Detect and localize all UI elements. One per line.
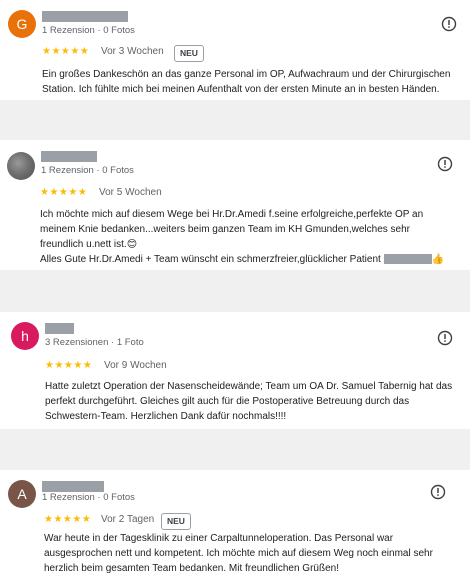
review-text-line: Station. Ich fühlte mich bei meinen Aufe…: [42, 84, 440, 95]
star-rating: ★★★★★: [42, 46, 90, 57]
review-text-line: ausgesprochen nett und kompetent. Ich mö…: [44, 548, 433, 559]
review-date: Vor 9 Wochen: [104, 360, 167, 371]
review-text-line: Hatte zuletzt Operation der Nasenscheide…: [45, 381, 453, 392]
reviewer-name-redacted[interactable]: [42, 11, 128, 22]
review-text-line: herzlich beim gesamten Team bedanken. Mi…: [44, 563, 339, 574]
review-text: Ich möchte mich auf diesem Wege bei Hr.D…: [40, 207, 468, 267]
info-icon[interactable]: [441, 16, 457, 32]
reviewer-name-redacted[interactable]: [41, 151, 97, 162]
review-text: War heute in der Tagesklinik zu einer Ca…: [44, 531, 467, 576]
review-date: Vor 2 Tagen: [101, 514, 155, 525]
reviewer-meta: 3 Rezensionen · 1 Foto: [45, 337, 144, 348]
review-text-line: perfekt durchgeführt. Gleiches gilt auch…: [45, 396, 410, 407]
new-badge: NEU: [174, 45, 204, 62]
review-date: Vor 3 Wochen: [101, 46, 164, 57]
review-card: h 3 Rezensionen · 1 Foto ★★★★★ Vor 9 Woc…: [0, 312, 470, 429]
reviewer-name-redacted[interactable]: [45, 323, 74, 334]
star-rating: ★★★★★: [44, 514, 92, 525]
star-rating: ★★★★★: [45, 360, 93, 371]
avatar[interactable]: h: [11, 322, 39, 350]
avatar[interactable]: A: [8, 480, 36, 508]
review-text-line: Schwestern-Team. Herzlichen Dank dafür n…: [45, 411, 287, 422]
redacted-name: [383, 254, 432, 265]
review-text-line: Ein großes Dankeschön an das ganze Perso…: [42, 69, 451, 80]
avatar[interactable]: G: [8, 10, 36, 38]
review-card: 1 Rezension · 0 Fotos ★★★★★ Vor 5 Wochen…: [0, 140, 470, 270]
review-card: G 1 Rezension · 0 Fotos ★★★★★ Vor 3 Woch…: [0, 0, 470, 100]
review-text-line: War heute in der Tagesklinik zu einer Ca…: [44, 533, 394, 544]
info-icon[interactable]: [437, 156, 453, 172]
review-text-segment: Alles Gute Hr.Dr.Amedi + Team wünscht ei…: [40, 254, 381, 265]
reviewer-meta: 1 Rezension · 0 Fotos: [41, 165, 134, 176]
info-icon[interactable]: [437, 330, 453, 346]
info-icon[interactable]: [430, 484, 446, 500]
thumbs-up-emoji: 👍: [431, 254, 445, 265]
review-text: Hatte zuletzt Operation der Nasenscheide…: [45, 379, 467, 424]
star-rating: ★★★★★: [40, 187, 88, 198]
review-card: A 1 Rezension · 0 Fotos ★★★★★ Vor 2 Tage…: [0, 470, 470, 588]
reviewer-name-redacted[interactable]: [42, 481, 104, 492]
review-text: Ein großes Dankeschön an das ganze Perso…: [42, 67, 467, 97]
review-date: Vor 5 Wochen: [99, 187, 162, 198]
review-text-line: Ich möchte mich auf diesem Wege bei Hr.D…: [40, 209, 424, 220]
reviewer-meta: 1 Rezension · 0 Fotos: [42, 25, 135, 36]
review-text-line: freundlich u.nett ist.😊: [40, 239, 138, 250]
reviewer-meta: 1 Rezension · 0 Fotos: [42, 492, 135, 503]
avatar[interactable]: [7, 152, 35, 180]
new-badge: NEU: [161, 513, 191, 530]
review-text-line: meinem Knie bedanken...weiters beim ganz…: [40, 224, 410, 235]
review-text-line: Alles Gute Hr.Dr.Amedi + Team wünscht ei…: [40, 252, 468, 267]
